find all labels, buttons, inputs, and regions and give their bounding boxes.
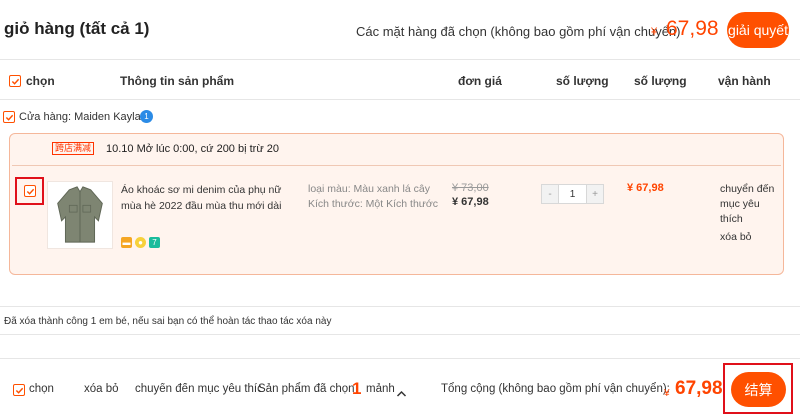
increase-button[interactable]: + <box>587 185 603 203</box>
product-service-icons: ▬ ● 7 <box>121 237 160 248</box>
column-unit-price: đơn giá <box>458 74 502 88</box>
header-currency: ¥ <box>651 26 658 38</box>
product-name[interactable]: Áo khoác sơ mi denim của phụ nữ mùa hè 2… <box>121 182 291 214</box>
move-to-favorites-link[interactable]: chuyển đến mục yêu thích <box>720 182 780 227</box>
quantity-stepper: - 1 + <box>541 184 604 204</box>
check-icon <box>11 78 19 85</box>
selected-count-unit: mảnh <box>366 383 395 395</box>
column-actions: vận hành <box>718 74 771 88</box>
item-subtotal: ¥ 67,98 <box>627 182 664 194</box>
footer-select-all-checkbox[interactable] <box>13 384 25 396</box>
selected-count-label: Sản phẩm đã chọn <box>258 383 355 395</box>
footer-move-favorites-link[interactable]: chuyển đến mục yêu thích <box>135 383 261 395</box>
column-select: chọn <box>26 74 55 88</box>
checkout-button[interactable]: giải quyết <box>727 12 789 48</box>
product-image[interactable] <box>47 181 113 249</box>
cart-title: giỏ hàng (tất cả 1) <box>4 19 150 38</box>
footer-total-label: Tổng cộng (không bao gồm phí vận chuyển)… <box>441 383 670 395</box>
settle-button[interactable]: 结算 <box>731 372 786 407</box>
size-attribute: Kích thước: Một Kích thước <box>308 198 438 210</box>
check-icon <box>15 387 23 394</box>
check-icon <box>26 188 34 195</box>
column-amount: số lượng <box>634 74 687 88</box>
column-product-info: Thông tin sản phẩm <box>120 74 234 88</box>
shirt-icon <box>57 186 103 243</box>
columns-divider <box>0 99 800 100</box>
selected-count: 1 <box>352 379 362 398</box>
selected-items-label: Các mặt hàng đã chọn (không bao gồm phí … <box>356 24 681 39</box>
header-divider <box>0 59 800 60</box>
footer-total: 67,98 <box>675 378 723 399</box>
select-all-checkbox[interactable] <box>9 75 21 87</box>
store-checkbox[interactable] <box>3 111 15 123</box>
undo-delete-notice: Đã xóa thành công 1 em bé, nếu sai bạn c… <box>4 316 332 327</box>
promo-text: 10.10 Mở lúc 0:00, cứ 200 bị trừ 20 <box>106 143 279 155</box>
quantity-input[interactable]: 1 <box>558 185 587 203</box>
footer-select-all-label[interactable]: chọn <box>29 383 54 395</box>
header-total: 67,98 <box>666 17 719 40</box>
item-checkbox[interactable] <box>24 185 36 197</box>
decrease-button[interactable]: - <box>542 185 558 203</box>
footer-divider <box>0 358 800 359</box>
color-attribute: loại màu: Màu xanh lá cây <box>308 183 430 195</box>
card-icon: ▬ <box>121 237 132 248</box>
store-chat-icon[interactable]: 1 <box>140 110 153 123</box>
column-quantity: số lượng <box>556 74 609 88</box>
delete-item-link[interactable]: xóa bỏ <box>720 231 752 243</box>
unit-price: ¥ 67,98 <box>452 196 489 208</box>
notice-top-divider <box>0 306 800 307</box>
store-name[interactable]: Cửa hàng: Maiden Kayla <box>19 111 141 123</box>
original-price: ¥ 73,00 <box>452 182 489 194</box>
footer-currency: ¥ <box>664 388 670 399</box>
promo-tag: 跨店满减 <box>52 142 95 155</box>
bulb-icon: ● <box>135 237 146 248</box>
promo-divider <box>12 165 781 166</box>
check-icon <box>5 114 13 121</box>
seven-day-return-icon: 7 <box>149 237 160 248</box>
notice-bottom-divider <box>0 334 800 335</box>
chevron-up-icon[interactable] <box>396 385 407 403</box>
footer-delete-link[interactable]: xóa bỏ <box>84 383 119 395</box>
